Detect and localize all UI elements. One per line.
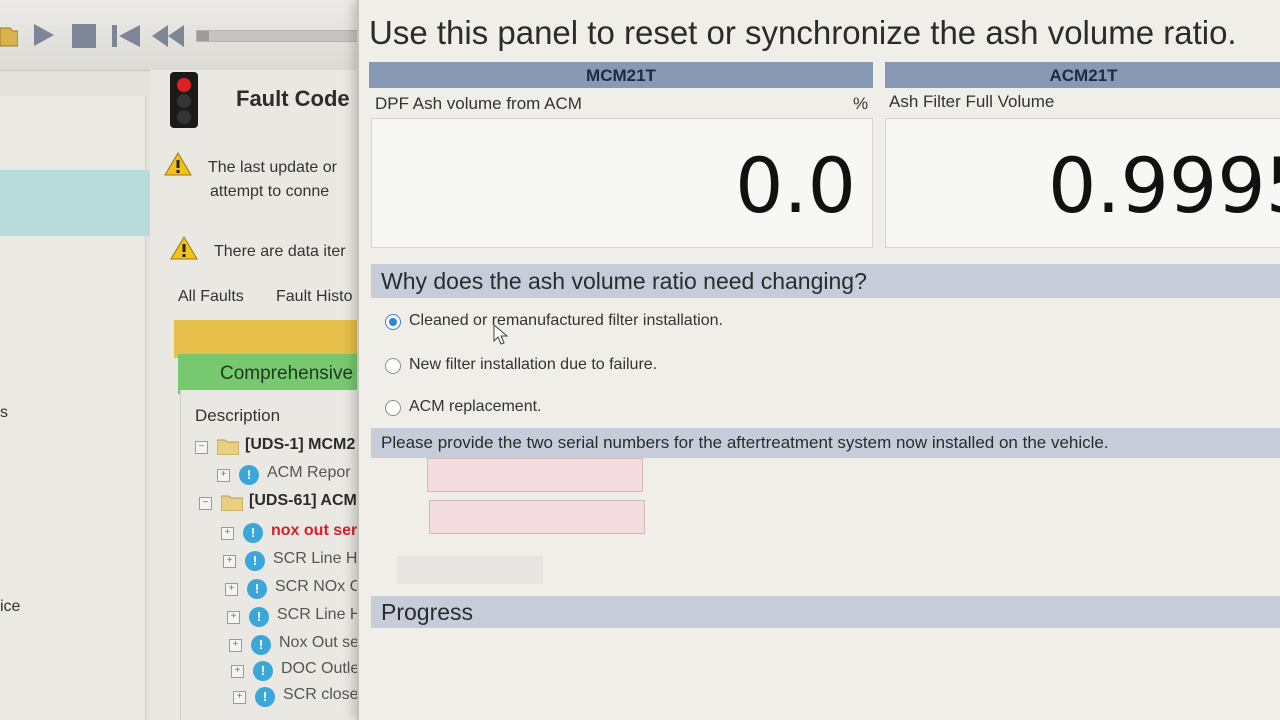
tab-fault-history[interactable]: Fault Histo <box>276 288 352 306</box>
acm-ash-volume-value: 0.99957 <box>1048 141 1280 230</box>
tree-label: SCR Line He <box>273 550 367 567</box>
folder-icon <box>217 439 239 455</box>
tab-all-faults[interactable]: All Faults <box>178 288 244 306</box>
play-icon[interactable] <box>30 22 56 48</box>
tree-label: DOC Outlet <box>281 660 364 677</box>
fault-tree: Description − [UDS-1] MCM2 + ! ACM Repor… <box>180 390 381 720</box>
info-icon: ! <box>245 551 265 571</box>
info-icon: ! <box>255 687 275 707</box>
tree-label: SCR NOx C <box>275 578 362 595</box>
mcm-column-header: MCM21T <box>369 62 873 88</box>
serial-number-1-input[interactable] <box>427 458 643 492</box>
nav-fragment: ice <box>0 598 21 615</box>
info-icon: ! <box>253 661 273 681</box>
selected-nav-item[interactable] <box>0 170 150 236</box>
warning-icon <box>164 152 192 176</box>
folder-icon <box>221 495 243 511</box>
mcm-ash-volume-value: 0.0 <box>735 141 856 230</box>
acm-ash-volume-display: 0.99957 <box>885 118 1280 248</box>
expand-icon[interactable]: + <box>223 555 236 568</box>
mcm-unit-label: % <box>853 94 869 113</box>
info-icon: ! <box>249 607 269 627</box>
expand-icon[interactable]: + <box>217 469 230 482</box>
playback-slider-thumb[interactable] <box>197 31 209 41</box>
acm-value-label: Ash Filter Full Volume <box>889 92 1055 111</box>
expand-icon[interactable]: + <box>231 665 244 678</box>
nav-fragment: s <box>0 404 8 421</box>
tree-label: SCR closed <box>283 686 368 703</box>
description-column-header[interactable]: Description <box>195 406 280 426</box>
mouse-cursor-icon <box>493 324 509 345</box>
progress-section-heading: Progress <box>371 596 1280 628</box>
panel-title: Use this panel to reset or synchronize t… <box>369 14 1237 51</box>
collapse-icon[interactable]: − <box>199 497 212 510</box>
mcm-ash-volume-display: 0.0 <box>371 118 873 248</box>
comprehensive-filter-button[interactable]: Comprehensive <box>178 354 384 394</box>
expand-icon[interactable]: + <box>233 691 246 704</box>
expand-icon[interactable]: + <box>229 639 242 652</box>
radio-button[interactable] <box>385 358 401 374</box>
reason-option-label[interactable]: ACM replacement. <box>409 398 542 416</box>
serial-numbers-heading: Please provide the two serial numbers fo… <box>371 428 1280 458</box>
tree-label: Nox Out se <box>279 634 360 651</box>
expand-icon[interactable]: + <box>227 611 240 624</box>
collapse-icon[interactable]: − <box>195 441 208 454</box>
stop-icon[interactable] <box>70 22 98 50</box>
expand-icon[interactable]: + <box>221 527 234 540</box>
fault-codes-title: Fault Code <box>236 86 350 111</box>
serial-number-2-input[interactable] <box>429 500 645 534</box>
folder-icon[interactable] <box>0 22 18 48</box>
tree-label-active-fault: nox out ser <box>271 522 358 539</box>
fault-codes-panel: Fault Code The last update or attempt to… <box>150 70 384 720</box>
rewind-icon[interactable] <box>150 22 186 50</box>
fault-status-bar <box>174 320 384 358</box>
tree-label: [UDS-1] MCM2 <box>245 436 356 453</box>
reason-section-heading: Why does the ash volume ratio need chang… <box>371 264 1280 298</box>
expand-icon[interactable]: + <box>225 583 238 596</box>
apply-button-disabled <box>397 556 543 584</box>
left-navigation-pane: s ice <box>0 96 150 720</box>
radio-button-selected[interactable] <box>385 314 401 330</box>
mcm-value-label: DPF Ash volume from ACM <box>375 94 582 113</box>
radio-button[interactable] <box>385 400 401 416</box>
data-items-warning: There are data iter <box>214 243 346 260</box>
acm-column-header: ACM21T <box>885 62 1280 88</box>
warning-icon <box>170 236 198 260</box>
reason-option-label[interactable]: New filter installation due to failure. <box>409 356 657 374</box>
media-toolbar <box>0 0 370 71</box>
tree-label: [UDS-61] ACM <box>249 492 357 509</box>
tree-label: ACM Repor <box>267 464 351 481</box>
playback-slider[interactable] <box>196 30 368 42</box>
reason-option-label[interactable]: Cleaned or remanufactured filter install… <box>409 312 723 330</box>
ash-volume-panel: Use this panel to reset or synchronize t… <box>357 0 1280 720</box>
traffic-light-icon <box>170 72 198 128</box>
info-icon: ! <box>243 523 263 543</box>
info-icon: ! <box>239 465 259 485</box>
info-icon: ! <box>247 579 267 599</box>
info-icon: ! <box>251 635 271 655</box>
warning-message: attempt to conne <box>210 183 330 200</box>
warning-message: The last update or <box>208 159 337 176</box>
skip-back-icon[interactable] <box>110 22 142 50</box>
